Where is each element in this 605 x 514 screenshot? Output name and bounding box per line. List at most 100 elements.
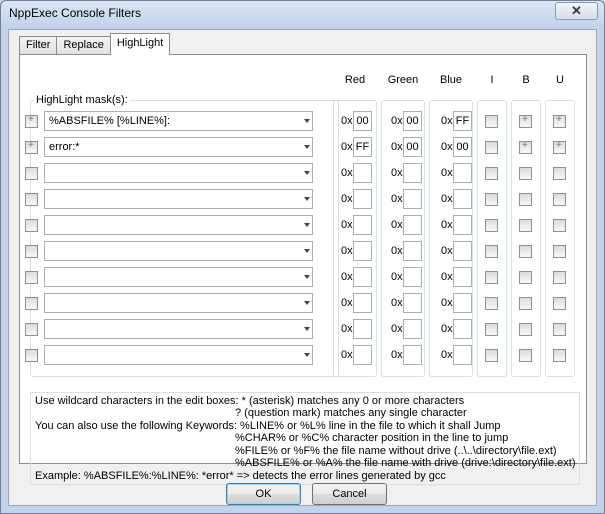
green-input[interactable]: 00 — [403, 111, 422, 131]
row-enable-checkbox[interactable] — [25, 219, 38, 232]
underline-checkbox[interactable] — [553, 245, 566, 258]
bold-checkbox[interactable] — [519, 349, 532, 362]
italic-checkbox[interactable] — [485, 271, 498, 284]
green-input[interactable] — [403, 319, 422, 339]
blue-hex-prefix: 0x — [441, 349, 453, 361]
blue-input[interactable] — [453, 215, 472, 235]
underline-checkbox[interactable] — [553, 193, 566, 206]
blue-input[interactable] — [453, 319, 472, 339]
blue-input[interactable]: 00 — [453, 137, 472, 157]
red-input[interactable]: FF — [353, 137, 372, 157]
row-enable-checkbox[interactable] — [25, 349, 38, 362]
chevron-down-icon[interactable] — [304, 145, 310, 149]
bold-checkbox[interactable] — [519, 297, 532, 310]
chevron-down-icon[interactable] — [304, 171, 310, 175]
green-input[interactable]: 00 — [403, 137, 422, 157]
red-input[interactable] — [353, 345, 372, 365]
mask-combobox[interactable] — [44, 267, 313, 287]
underline-checkbox[interactable] — [553, 323, 566, 336]
chevron-down-icon[interactable] — [304, 301, 310, 305]
header-red: Red — [344, 74, 366, 86]
red-input[interactable]: 00 — [353, 111, 372, 131]
row-enable-checkbox[interactable] — [25, 245, 38, 258]
blue-input[interactable] — [453, 241, 472, 261]
chevron-down-icon[interactable] — [304, 353, 310, 357]
green-input[interactable] — [403, 215, 422, 235]
italic-checkbox[interactable] — [485, 115, 498, 128]
row-enable-checkbox[interactable] — [25, 140, 38, 154]
red-input[interactable] — [353, 241, 372, 261]
underline-checkbox[interactable] — [553, 271, 566, 284]
mask-combobox[interactable] — [44, 189, 313, 209]
green-input[interactable] — [403, 267, 422, 287]
red-input[interactable] — [353, 163, 372, 183]
italic-checkbox[interactable] — [485, 245, 498, 258]
green-input[interactable] — [403, 189, 422, 209]
red-input[interactable] — [353, 189, 372, 209]
blue-input[interactable] — [453, 345, 472, 365]
underline-checkbox[interactable] — [553, 140, 566, 154]
mask-combobox[interactable]: %ABSFILE% [%LINE%]: — [44, 111, 313, 131]
red-input[interactable] — [353, 267, 372, 287]
underline-checkbox[interactable] — [553, 219, 566, 232]
row-enable-checkbox[interactable] — [25, 167, 38, 180]
mask-combobox[interactable] — [44, 241, 313, 261]
green-input[interactable] — [403, 345, 422, 365]
underline-checkbox[interactable] — [553, 114, 566, 128]
italic-checkbox[interactable] — [485, 141, 498, 154]
row-enable-checkbox[interactable] — [25, 193, 38, 206]
mask-combobox[interactable] — [44, 163, 313, 183]
mask-combobox[interactable] — [44, 345, 313, 365]
bold-checkbox[interactable] — [519, 271, 532, 284]
red-input[interactable] — [353, 319, 372, 339]
row-enable-checkbox[interactable] — [25, 323, 38, 336]
underline-checkbox[interactable] — [553, 349, 566, 362]
chevron-down-icon[interactable] — [304, 197, 310, 201]
italic-checkbox[interactable] — [485, 219, 498, 232]
green-input[interactable] — [403, 163, 422, 183]
bold-checkbox[interactable] — [519, 167, 532, 180]
tab-filter[interactable]: Filter — [19, 36, 58, 55]
chevron-down-icon[interactable] — [304, 275, 310, 279]
mask-combobox[interactable] — [44, 293, 313, 313]
mask-combobox[interactable] — [44, 215, 313, 235]
bold-checkbox[interactable] — [519, 140, 532, 154]
underline-checkbox[interactable] — [553, 297, 566, 310]
cancel-button[interactable]: Cancel — [312, 483, 387, 505]
red-hex-prefix: 0x — [341, 141, 353, 153]
row-enable-checkbox[interactable] — [25, 297, 38, 310]
red-input[interactable] — [353, 215, 372, 235]
ok-button[interactable]: OK — [226, 483, 301, 505]
blue-input[interactable]: FF — [453, 111, 472, 131]
underline-checkbox[interactable] — [553, 167, 566, 180]
green-input[interactable] — [403, 241, 422, 261]
green-input[interactable] — [403, 293, 422, 313]
chevron-down-icon[interactable] — [304, 249, 310, 253]
tab-highlight[interactable]: HighLight — [109, 33, 171, 55]
mask-combobox[interactable]: error:* — [44, 137, 313, 157]
highlight-row: error:*0xFF0x000x00 — [20, 137, 588, 157]
bold-checkbox[interactable] — [519, 193, 532, 206]
blue-input[interactable] — [453, 189, 472, 209]
blue-input[interactable] — [453, 267, 472, 287]
italic-checkbox[interactable] — [485, 297, 498, 310]
mask-combobox[interactable] — [44, 319, 313, 339]
bold-checkbox[interactable] — [519, 245, 532, 258]
italic-checkbox[interactable] — [485, 349, 498, 362]
chevron-down-icon[interactable] — [304, 223, 310, 227]
red-input[interactable] — [353, 293, 372, 313]
close-button[interactable]: ✕ — [555, 2, 598, 20]
chevron-down-icon[interactable] — [304, 327, 310, 331]
italic-checkbox[interactable] — [485, 193, 498, 206]
chevron-down-icon[interactable] — [304, 119, 310, 123]
blue-input[interactable] — [453, 293, 472, 313]
bold-checkbox[interactable] — [519, 219, 532, 232]
row-enable-checkbox[interactable] — [25, 271, 38, 284]
tab-replace[interactable]: Replace — [56, 36, 111, 55]
italic-checkbox[interactable] — [485, 167, 498, 180]
blue-input[interactable] — [453, 163, 472, 183]
bold-checkbox[interactable] — [519, 323, 532, 336]
bold-checkbox[interactable] — [519, 114, 532, 128]
italic-checkbox[interactable] — [485, 323, 498, 336]
row-enable-checkbox[interactable] — [25, 114, 38, 128]
